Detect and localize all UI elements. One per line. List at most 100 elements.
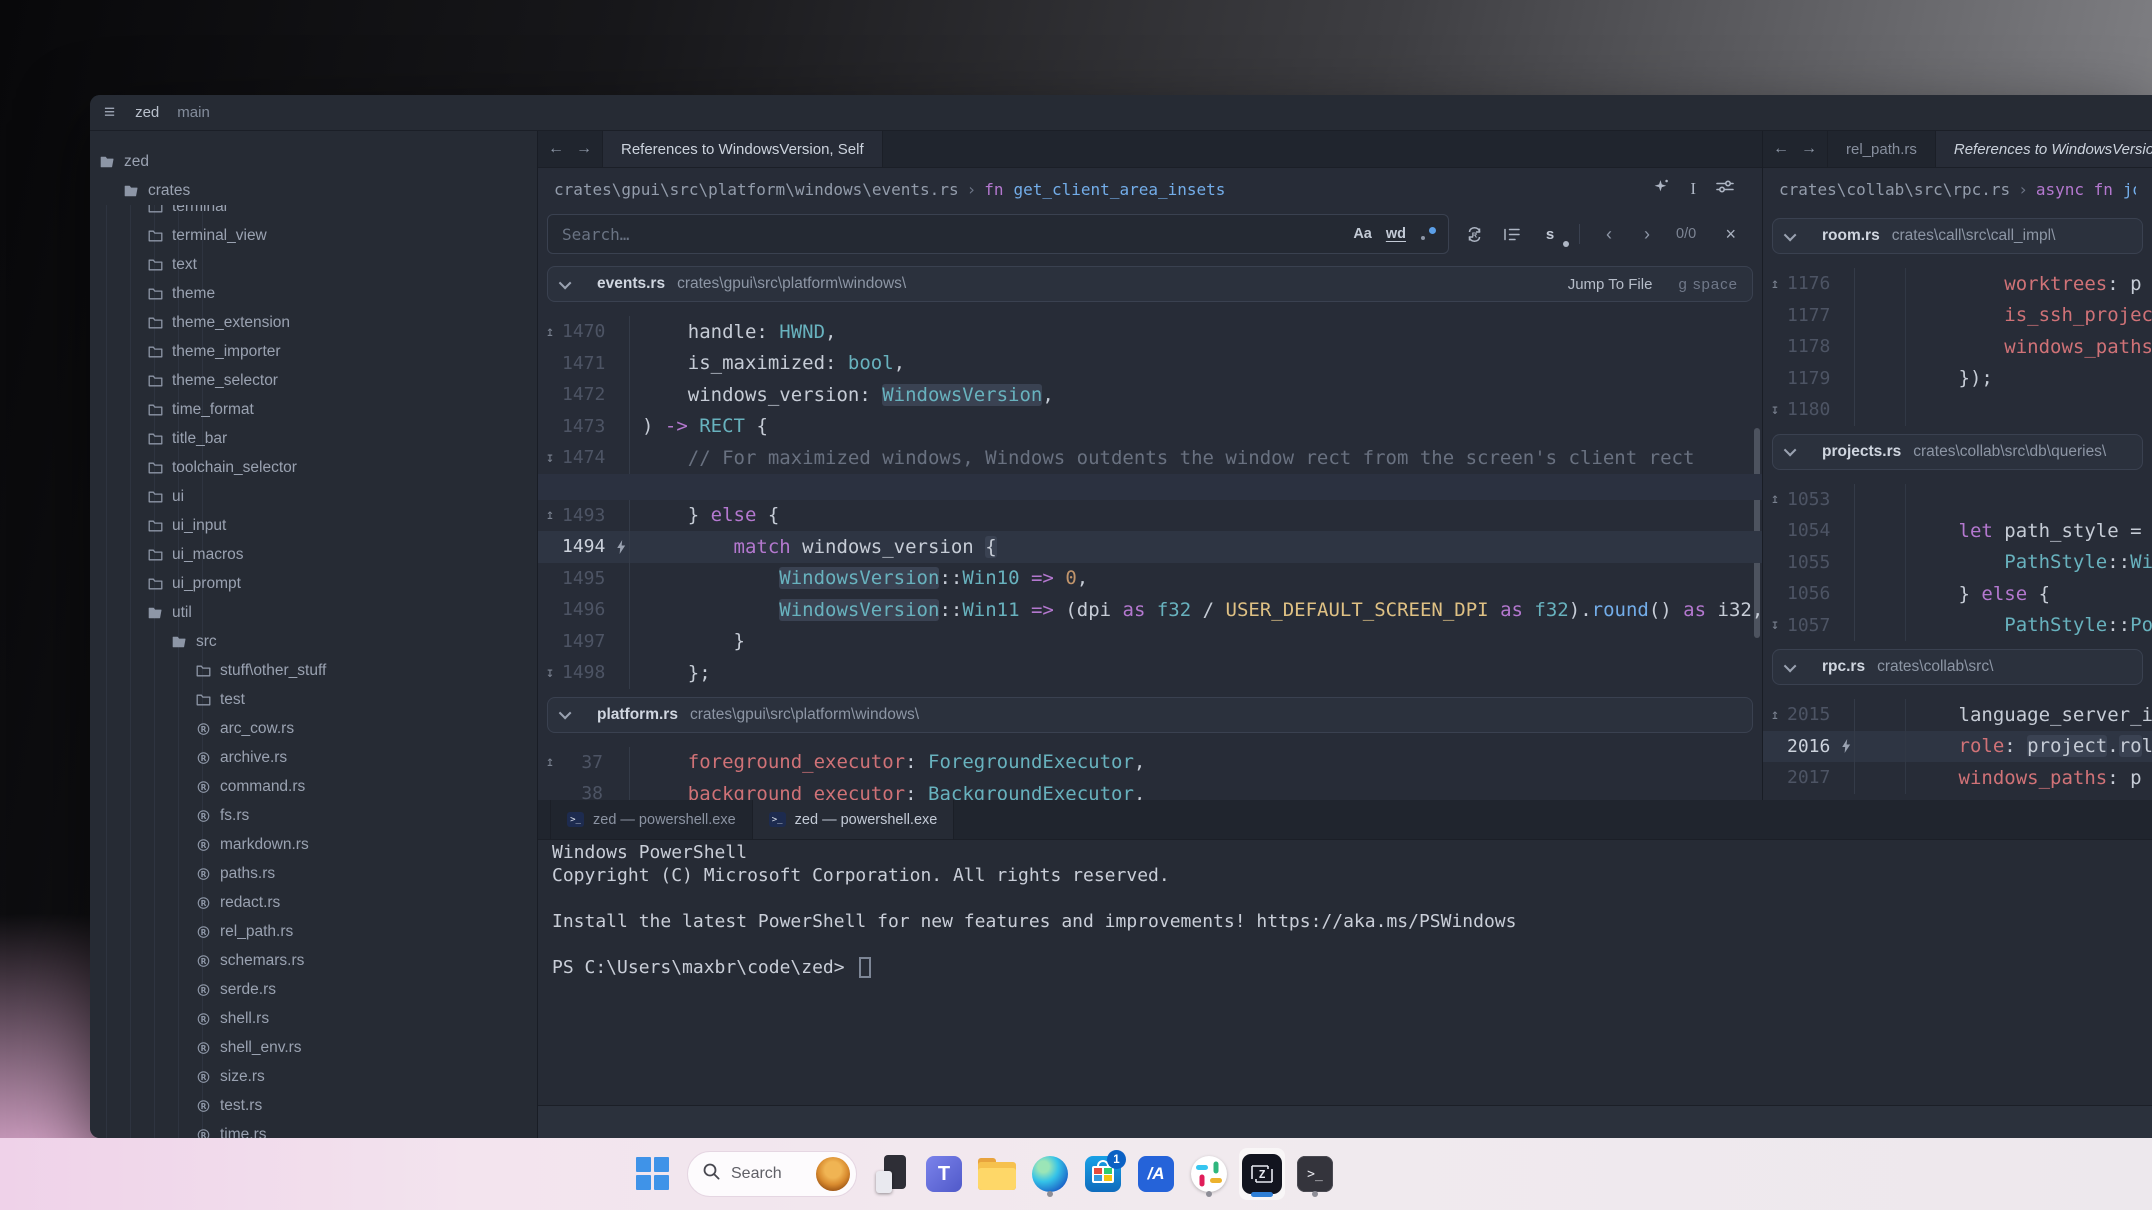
code-line[interactable]: 1472 windows_version: WindowsVersion, [538,379,1762,411]
tree-item-paths-rs[interactable]: Rpaths.rs [90,859,537,888]
code-line[interactable]: ↧1057 PathStyle::Posix [1763,610,2152,642]
cursor-icon[interactable]: I [1690,179,1696,199]
back-icon[interactable]: ← [544,137,568,161]
expand-down-icon[interactable]: ↧ [1763,617,1787,633]
tab-rel-path[interactable]: rel_path.rs [1828,131,1936,167]
display-options-icon[interactable] [1716,179,1734,199]
chevron-down-icon[interactable] [1784,444,1797,457]
tree-item-time-format[interactable]: time_format [90,395,537,424]
code-line[interactable]: 1471 is_maximized: bool, [538,348,1762,380]
tree-item-archive-rs[interactable]: Rarchive.rs [90,743,537,772]
tree-item-test[interactable]: test [90,685,537,714]
breadcrumb[interactable]: crates\collab\src\rpc.rs›async fnjoin_pr… [1779,180,2136,199]
code-line[interactable]: ↧1180 [1763,394,2152,426]
code-action-bolt-icon[interactable] [611,540,631,554]
code-line[interactable]: ↥1493 } else { [538,500,1762,532]
tab-references-right[interactable]: References to WindowsVersion, Self [1936,131,2152,167]
git-branch[interactable]: main [177,104,210,121]
expand-up-icon[interactable]: ↥ [1763,707,1787,723]
match-case-toggle[interactable]: Aa [1353,226,1372,242]
taskbar-app-teams[interactable]: T [921,1148,967,1200]
tree-item-crates[interactable]: crates [90,176,537,205]
back-icon[interactable]: ← [1769,137,1793,161]
code-line[interactable]: 1055 PathStyle::Windows [1763,547,2152,579]
prev-match-icon[interactable]: ‹ [1596,221,1622,247]
tree-item-stuff-other-stuff[interactable]: stuff\other_stuff [90,656,537,685]
tab-references-main[interactable]: References to WindowsVersion, Self [603,131,883,167]
title-bar[interactable]: ≡ zed main [90,95,2152,131]
search-field[interactable]: Aa wd [547,214,1449,254]
code-line[interactable]: 1179 }); [1763,363,2152,395]
tree-item-ui-input[interactable]: ui_input [90,511,537,540]
code-line[interactable]: 1497 } [538,626,1762,658]
regex-toggle-icon[interactable] [1420,226,1436,242]
expand-up-icon[interactable]: ↥ [538,507,562,523]
code-line[interactable]: 1054 let path_style = [1763,515,2152,547]
project-name[interactable]: zed [135,104,159,121]
breadcrumb[interactable]: crates\gpui\src\platform\windows\events.… [554,180,1225,199]
code-line[interactable]: 2016 role: project.role(), [1763,731,2152,763]
code-line[interactable]: 1494 match windows_version { [538,531,1762,563]
code-line[interactable]: ↥1470 handle: HWND, [538,316,1762,348]
start-button[interactable] [630,1148,676,1200]
code-line[interactable]: ↧1474 // For maximized windows, Windows … [538,442,1762,474]
code-line[interactable]: 2017 windows_paths: p [1763,762,2152,794]
tree-item-serde-rs[interactable]: Rserde.rs [90,975,537,1004]
tree-item-theme-extension[interactable]: theme_extension [90,308,537,337]
file-section-header[interactable]: events.rscrates\gpui\src\platform\window… [547,266,1753,302]
tree-item-ui[interactable]: ui [90,482,537,511]
tree-item-rel-path-rs[interactable]: Rrel_path.rs [90,917,537,946]
terminal-tab-2[interactable]: >_zed — powershell.exe [753,800,955,839]
tree-item-theme-selector[interactable]: theme_selector [90,366,537,395]
code-line[interactable]: 38 background_executor: BackgroundExecut… [538,778,1762,800]
expand-up-icon[interactable]: ↥ [538,754,562,770]
code-line[interactable]: 1496 WindowsVersion::Win11 => (dpi as f3… [538,594,1762,626]
jump-to-file-button[interactable]: Jump To File [1568,276,1653,293]
whole-word-toggle[interactable]: wd [1386,226,1406,242]
expand-down-icon[interactable]: ↧ [1763,402,1787,418]
file-section-header[interactable]: projects.rscrates\collab\src\db\queries\ [1772,434,2143,470]
code-line[interactable]: ↧1498 }; [538,657,1762,689]
tree-item-time-rs[interactable]: Rtime.rs [90,1120,537,1138]
tree-item-theme[interactable]: theme [90,279,537,308]
forward-icon[interactable]: → [572,137,596,161]
tree-item-zed[interactable]: zed [90,147,537,176]
tree-item-fs-rs[interactable]: Rfs.rs [90,801,537,830]
tree-item-test-rs[interactable]: Rtest.rs [90,1091,537,1120]
code-action-bolt-icon[interactable] [1836,739,1856,753]
chevron-down-icon[interactable] [1784,228,1797,241]
selection-search-icon[interactable] [1499,221,1525,247]
chevron-down-icon[interactable] [1784,659,1797,672]
tree-item-title-bar[interactable]: title_bar [90,424,537,453]
next-match-icon[interactable]: › [1634,221,1660,247]
expand-down-icon[interactable]: ↧ [538,450,562,466]
tree-item-src[interactable]: src [90,627,537,656]
taskbar-app-zed[interactable]: Z [1239,1148,1285,1200]
file-section-header[interactable]: rpc.rscrates\collab\src\ [1772,649,2143,685]
tree-item-redact-rs[interactable]: Rredact.rs [90,888,537,917]
expand-down-icon[interactable]: ↧ [538,665,562,681]
tree-item-shell-env-rs[interactable]: Rshell_env.rs [90,1033,537,1062]
tree-item-terminal-view[interactable]: terminal_view [90,221,537,250]
tree-item-util[interactable]: util [90,598,537,627]
close-search-icon[interactable]: × [1725,224,1736,245]
tree-item-ui-prompt[interactable]: ui_prompt [90,569,537,598]
taskbar-app-microsoft-store[interactable]: 1 [1080,1148,1126,1200]
expand-up-icon[interactable]: ↥ [1763,276,1787,292]
taskbar-search[interactable]: Search [687,1151,857,1197]
search-input[interactable] [562,225,1353,244]
code-line[interactable]: 1177 is_ssh_project [1763,300,2152,332]
taskbar-app-ia-writer[interactable]: /A [1133,1148,1179,1200]
taskbar-app-slack[interactable] [1186,1148,1232,1200]
tree-item-shell-rs[interactable]: Rshell.rs [90,1004,537,1033]
tree-item-text[interactable]: text [90,250,537,279]
code-line[interactable]: 1056 } else { [1763,578,2152,610]
expand-up-icon[interactable]: ↥ [538,324,562,340]
code-line[interactable]: 1178 windows_paths: p [1763,331,2152,363]
code-line[interactable]: ↥2015 language_server_ids: p [1763,699,2152,731]
taskbar-app-file-explorer[interactable] [974,1148,1020,1200]
file-section-header[interactable]: platform.rscrates\gpui\src\platform\wind… [547,697,1753,733]
tree-item-ui-macros[interactable]: ui_macros [90,540,537,569]
code-line[interactable]: ↥1176 worktrees: p [1763,268,2152,300]
replace-toggle-icon[interactable]: R [1461,221,1487,247]
